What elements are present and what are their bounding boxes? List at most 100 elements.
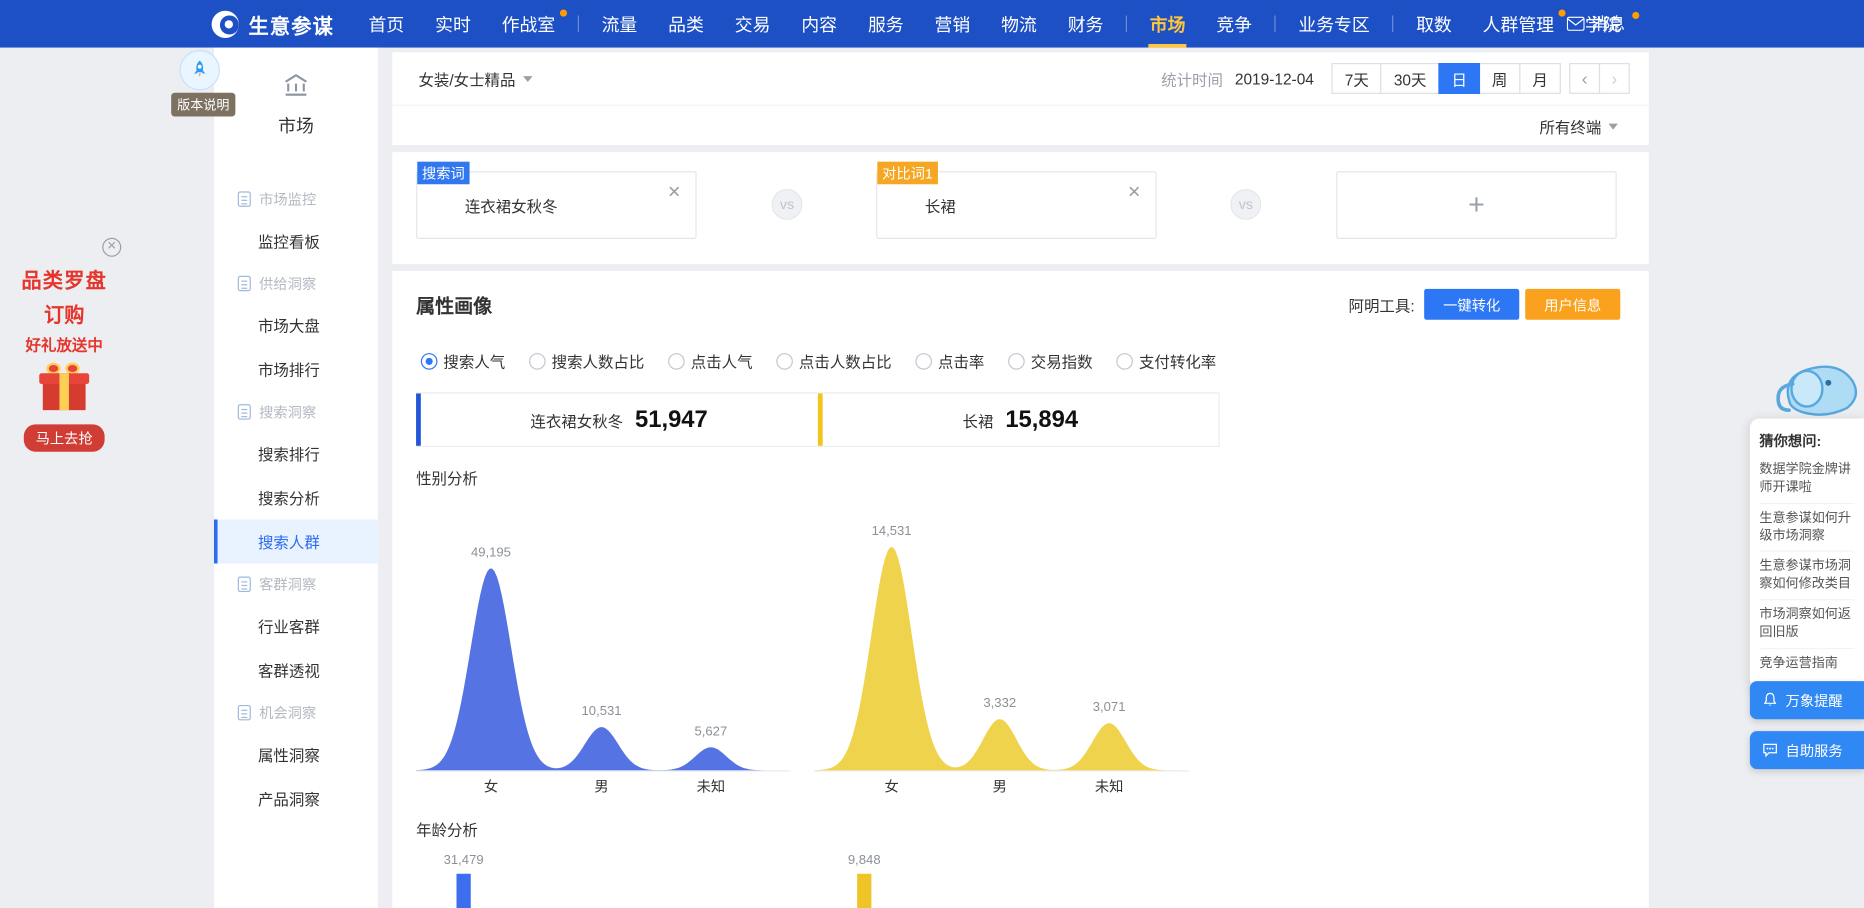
category-value: 女装/女士精品: [418, 67, 515, 90]
close-icon[interactable]: ✕: [1127, 182, 1141, 202]
sidebar-item-监控看板[interactable]: 监控看板: [214, 219, 378, 263]
tool-button-用户信息[interactable]: 用户信息: [1525, 289, 1620, 320]
document-icon: [238, 704, 251, 719]
search-term-box[interactable]: 搜索词 连衣裙女秋冬 ✕: [416, 171, 697, 239]
add-term-button[interactable]: +: [1336, 171, 1617, 239]
terminal-filter[interactable]: 所有终端: [1539, 115, 1617, 138]
nav-separator: [1126, 15, 1127, 32]
nav-item-作战室[interactable]: 作战室: [486, 0, 570, 48]
metric-option-点击人气[interactable]: 点击人气: [668, 350, 752, 373]
top-navigation: 生意参谋 首页实时作战室流量品类交易内容服务营销物流财务市场竞争业务专区取数人群…: [0, 0, 1864, 48]
document-icon: [238, 404, 251, 419]
app-logo[interactable]: 生意参谋: [212, 9, 334, 39]
svg-text:未知: 未知: [697, 779, 726, 796]
pager-group: ‹ ›: [1570, 63, 1629, 94]
nav-item-人群管理[interactable]: 人群管理: [1467, 0, 1569, 48]
wanxiang-alert-button[interactable]: 万象提醒: [1750, 681, 1864, 719]
chevron-down-icon: [523, 75, 533, 81]
tool-button-一键转化[interactable]: 一键转化: [1424, 289, 1519, 320]
nav-item-实时[interactable]: 实时: [420, 0, 487, 48]
main-nav: 首页实时作战室流量品类交易内容服务营销物流财务市场竞争业务专区取数人群管理学院: [353, 0, 1636, 48]
document-icon: [238, 576, 251, 591]
elephant-mascot[interactable]: [1764, 345, 1864, 425]
age-bar-value: 9,848: [829, 854, 900, 868]
svg-text:男: 男: [594, 780, 608, 796]
radio-icon: [529, 352, 546, 369]
version-info-widget[interactable]: 版本说明: [171, 50, 228, 117]
period-button-7天[interactable]: 7天: [1332, 63, 1382, 94]
nav-item-首页[interactable]: 首页: [353, 0, 420, 48]
promo-cta-button[interactable]: 马上去抢: [24, 424, 105, 451]
metric-option-搜索人气[interactable]: 搜索人气: [421, 350, 505, 373]
sidebar-section-搜索洞察: 搜索洞察: [214, 391, 378, 431]
section-label: 客群洞察: [259, 574, 316, 594]
nav-item-业务专区[interactable]: 业务专区: [1283, 0, 1385, 48]
sidebar-item-产品洞察[interactable]: 产品洞察: [214, 776, 378, 820]
metric-option-点击率[interactable]: 点击率: [915, 350, 984, 373]
ask-question[interactable]: 市场洞察如何返回旧版: [1759, 599, 1854, 647]
ask-question[interactable]: 竞争运营指南: [1759, 648, 1854, 679]
nav-item-取数[interactable]: 取数: [1401, 0, 1468, 48]
compare-bar: 连衣裙女秋冬51,947长裙15,894: [416, 392, 1220, 447]
period-button-30天[interactable]: 30天: [1381, 63, 1440, 94]
time-controls: 统计时间 2019-12-04 7天30天日周月 ‹ ›: [1161, 63, 1630, 94]
nav-item-财务[interactable]: 财务: [1052, 0, 1119, 48]
sidebar-item-搜索分析[interactable]: 搜索分析: [214, 476, 378, 520]
ask-question[interactable]: 生意参谋如何升级市场洞察: [1759, 502, 1854, 550]
radio-icon: [1008, 352, 1025, 369]
main-content: 女装/女士精品 统计时间 2019-12-04 7天30天日周月 ‹ › 所有终…: [392, 48, 1649, 908]
age-chart: 31,4799,848: [416, 854, 1593, 908]
sidebar-item-搜索排行[interactable]: 搜索排行: [214, 432, 378, 476]
period-button-月[interactable]: 月: [1519, 63, 1561, 94]
promo-line: 品类罗盘: [10, 264, 119, 294]
period-button-周[interactable]: 周: [1479, 63, 1521, 94]
promo-line: 好礼放送中: [10, 333, 119, 356]
compare-cell: 长裙15,894: [817, 393, 1218, 445]
sidebar-item-市场排行[interactable]: 市场排行: [214, 347, 378, 391]
close-icon[interactable]: ✕: [667, 182, 681, 202]
messages-entry[interactable]: 消息: [1567, 0, 1640, 48]
metric-label: 点击率: [938, 350, 984, 373]
new-badge: [1559, 10, 1566, 17]
ask-list: 数据学院金牌讲师开课啦生意参谋如何升级市场洞察生意参谋市场洞察如何修改类目市场洞…: [1759, 455, 1854, 678]
section-label: 市场监控: [259, 188, 316, 208]
nav-item-物流[interactable]: 物流: [986, 0, 1053, 48]
sidebar-item-搜索人群[interactable]: 搜索人群: [214, 519, 378, 563]
next-page-button[interactable]: ›: [1599, 63, 1630, 94]
nav-item-交易[interactable]: 交易: [719, 0, 786, 48]
metric-option-搜索人数占比[interactable]: 搜索人数占比: [529, 350, 644, 373]
self-service-button[interactable]: 自助服务: [1750, 731, 1864, 769]
ask-question[interactable]: 数据学院金牌讲师开课啦: [1759, 455, 1854, 502]
metric-option-支付转化率[interactable]: 支付转化率: [1116, 350, 1216, 373]
nav-item-竞争[interactable]: 竞争: [1201, 0, 1268, 48]
sidebar-item-客群透视[interactable]: 客群透视: [214, 648, 378, 692]
metric-label: 搜索人气: [443, 350, 505, 373]
nav-item-内容[interactable]: 内容: [786, 0, 853, 48]
compare-term-tag: 对比词1: [877, 162, 937, 185]
compare-term-name: 长裙: [963, 408, 994, 431]
metric-option-交易指数[interactable]: 交易指数: [1008, 350, 1092, 373]
vs-badge: vs: [1230, 189, 1261, 220]
category-selector[interactable]: 女装/女士精品: [418, 67, 532, 90]
nav-item-流量[interactable]: 流量: [586, 0, 653, 48]
nav-item-品类[interactable]: 品类: [653, 0, 720, 48]
sidebar-item-市场大盘[interactable]: 市场大盘: [214, 303, 378, 347]
ask-question[interactable]: 生意参谋市场洞察如何修改类目: [1759, 551, 1854, 599]
metric-option-点击人数占比[interactable]: 点击人数占比: [776, 350, 891, 373]
sidebar-item-行业客群[interactable]: 行业客群: [214, 604, 378, 648]
period-button-日[interactable]: 日: [1438, 63, 1480, 94]
vs-badge: vs: [772, 189, 803, 220]
nav-item-市场[interactable]: 市场: [1134, 0, 1201, 48]
section-title: 属性画像: [416, 290, 492, 319]
promo-close-icon[interactable]: ✕: [102, 238, 121, 257]
prev-page-button[interactable]: ‹: [1569, 63, 1600, 94]
age-bar: [456, 874, 470, 908]
filter-toolbar: 女装/女士精品 统计时间 2019-12-04 7天30天日周月 ‹ › 所有终…: [392, 52, 1649, 145]
compare-term-box[interactable]: 对比词1 长裙 ✕: [876, 171, 1157, 239]
radio-icon: [1116, 352, 1133, 369]
gender-area-chart: 14,531女3,332男3,071未知: [814, 499, 1188, 799]
nav-item-服务[interactable]: 服务: [852, 0, 919, 48]
sidebar-item-属性洞察[interactable]: 属性洞察: [214, 732, 378, 776]
svg-text:未知: 未知: [1095, 779, 1124, 796]
nav-item-营销[interactable]: 营销: [919, 0, 986, 48]
